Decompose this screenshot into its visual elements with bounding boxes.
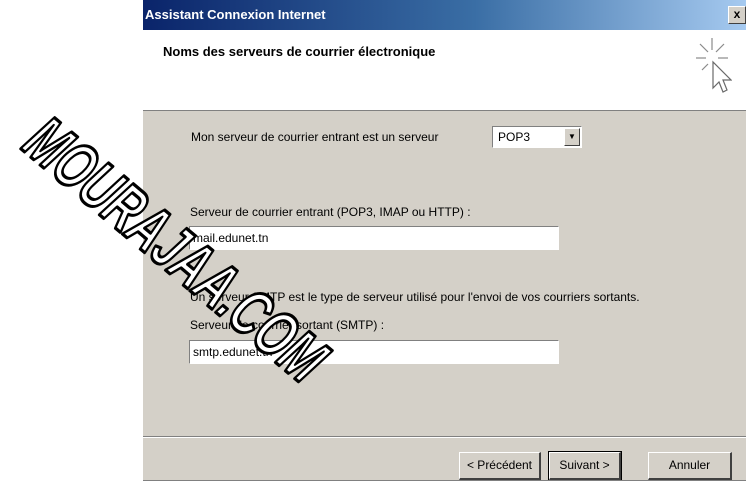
incoming-server-input[interactable] xyxy=(189,226,559,250)
server-type-label: Mon serveur de courrier entrant est un s… xyxy=(191,130,439,144)
wizard-header: Noms des serveurs de courrier électroniq… xyxy=(143,30,746,111)
back-button[interactable]: < Précédent xyxy=(459,452,541,480)
footer-divider xyxy=(143,436,746,438)
outgoing-server-input[interactable] xyxy=(189,340,559,364)
chevron-down-icon[interactable]: ▼ xyxy=(564,128,580,146)
cancel-button[interactable]: Annuler xyxy=(648,452,732,480)
wizard-sparkle-cursor-icon xyxy=(696,38,732,93)
window-title: Assistant Connexion Internet xyxy=(145,7,326,22)
incoming-server-label: Serveur de courrier entrant (POP3, IMAP … xyxy=(190,205,471,219)
next-button[interactable]: Suivant > xyxy=(548,451,622,480)
page-title: Noms des serveurs de courrier électroniq… xyxy=(163,44,436,59)
server-type-value: POP3 xyxy=(498,130,531,144)
smtp-info-text: Un serveur SMTP est le type de serveur u… xyxy=(190,290,640,304)
title-bar[interactable]: Assistant Connexion Internet x xyxy=(143,0,746,30)
close-icon: x xyxy=(733,7,741,21)
outgoing-server-label: Serveur de courrier sortant (SMTP) : xyxy=(190,318,385,332)
close-button[interactable]: x xyxy=(728,6,746,24)
server-type-select[interactable]: POP3 ▼ xyxy=(492,126,582,148)
wizard-dialog: Assistant Connexion Internet x Noms des … xyxy=(143,0,746,481)
wizard-body: Mon serveur de courrier entrant est un s… xyxy=(143,111,746,436)
